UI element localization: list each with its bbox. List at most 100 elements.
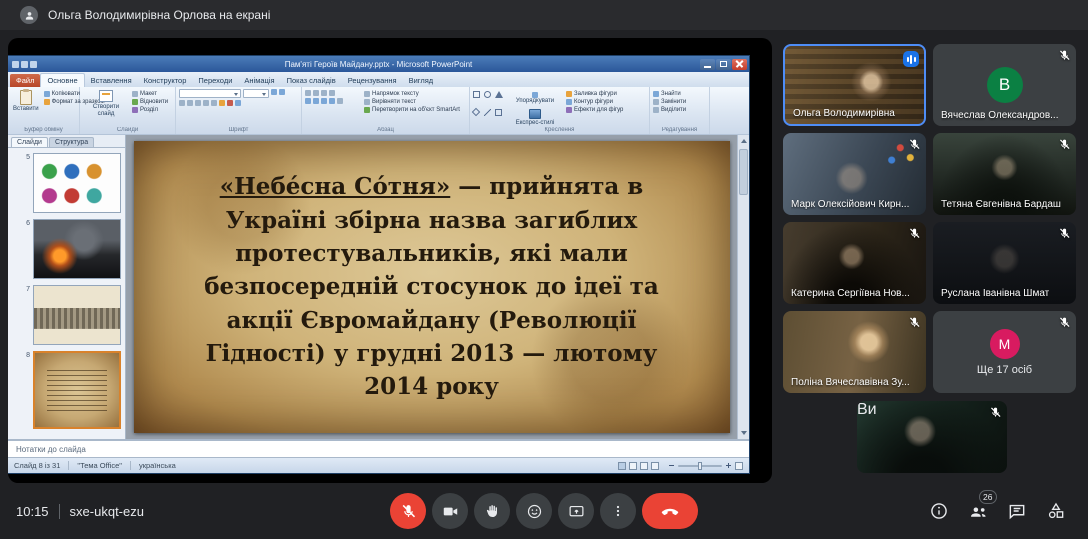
participant-tile-ruslana[interactable]: Руслана Іванівна Шмат — [933, 222, 1076, 304]
participant-tile-vyacheslav[interactable]: В Вячеслав Олександров... — [933, 44, 1076, 126]
chat-button[interactable] — [1005, 499, 1029, 523]
present-screen-icon — [568, 503, 585, 520]
participant-name: Поліна Вячеславівна Зу... — [791, 377, 910, 388]
tab-insert: Вставлення — [85, 74, 138, 87]
window-title: Пам'яті Героїв Майдану.pptx - Microsoft … — [8, 60, 749, 69]
shrink-font-icon — [279, 89, 285, 95]
raise-hand-icon — [484, 503, 500, 519]
zoom-in-icon — [725, 462, 732, 469]
mic-toggle-button[interactable] — [390, 493, 426, 529]
zoom-control — [668, 462, 732, 469]
slide-text-block: «Небе́сна Со́тня» — прийнята в Україні з… — [172, 170, 692, 403]
thumbnail-current-slide — [33, 351, 121, 429]
more-options-icon — [610, 503, 626, 519]
slide-counter: Слайд 8 із 31 — [14, 461, 60, 470]
end-call-button[interactable] — [642, 493, 698, 529]
justify-icon — [329, 98, 335, 104]
ribbon-group-drawing: Упорядкувати Експрес-стилі Заливка фігур… — [470, 87, 650, 134]
new-slide-icon — [99, 90, 113, 102]
call-controls — [390, 493, 698, 529]
participant-tile-polina[interactable]: Поліна Вячеславівна Зу... — [783, 311, 926, 393]
mic-off-icon — [1058, 316, 1071, 329]
shape-fill-icon — [566, 91, 572, 97]
shared-screen-tile[interactable]: Пам'яті Героїв Майдану.pptx - Microsoft … — [8, 38, 772, 483]
mic-off-icon — [1058, 49, 1071, 62]
redo-icon — [30, 61, 37, 68]
align-left-icon — [305, 98, 311, 104]
shape-fill-button: Заливка фігури — [566, 91, 640, 97]
callout-shape-icon — [495, 109, 502, 116]
group-label-clipboard: Буфер обміну — [8, 127, 79, 133]
present-screen-button[interactable] — [558, 493, 594, 529]
thumbnail-sketch — [33, 285, 121, 345]
paste-button: Вставити — [11, 89, 41, 124]
group-label-slides: Слайди — [80, 127, 175, 133]
font-size-combo — [243, 89, 269, 98]
camera-toggle-button[interactable] — [432, 493, 468, 529]
mic-off-icon — [989, 406, 1002, 419]
group-label-drawing: Креслення — [470, 127, 649, 133]
meeting-code: sxe-ukqt-ezu — [70, 504, 144, 519]
zoom-out-icon — [668, 462, 675, 469]
scroll-up-icon — [741, 139, 747, 143]
participant-tile-mark[interactable]: Марк Олексійович Кирн... — [783, 133, 926, 215]
separator — [59, 504, 60, 519]
avatar: М — [990, 329, 1020, 359]
reset-button: Відновити — [132, 99, 168, 105]
mic-off-icon — [908, 316, 921, 329]
activities-button[interactable] — [1044, 499, 1068, 523]
slide-thumbnail-selected: 8 — [8, 351, 121, 429]
notes-pane: Нотатки до слайда — [8, 439, 749, 457]
diamond-shape-icon — [472, 107, 480, 115]
slide-title: «Небе́сна Со́тня» — [220, 173, 451, 200]
slide-editing-area: «Небе́сна Со́тня» — прийнята в Україні з… — [126, 135, 749, 439]
shadow-icon — [211, 100, 217, 106]
raise-hand-button[interactable] — [474, 493, 510, 529]
slide-thumbnails: 5 6 7 8 — [8, 147, 125, 439]
meeting-details-button[interactable] — [927, 499, 951, 523]
fit-to-window-icon — [735, 462, 743, 470]
quick-access-toolbar — [12, 61, 37, 68]
slide-thumbnail: 6 — [8, 219, 121, 279]
participant-tile-olga[interactable]: Ольга Володимирівна — [783, 44, 926, 126]
indent-increase-icon — [329, 90, 335, 96]
more-options-button[interactable] — [600, 493, 636, 529]
shape-outline-icon — [566, 99, 572, 105]
shape-effects-button: Ефекти для фігур — [566, 107, 640, 113]
italic-icon — [187, 100, 193, 106]
reactions-button[interactable] — [516, 493, 552, 529]
minimize-button — [700, 59, 715, 70]
participant-tile-tetyana[interactable]: Тетяна Євгенівна Бардаш — [933, 133, 1076, 215]
powerpoint-window: Пам'яті Героїв Майдану.pptx - Microsoft … — [8, 56, 749, 473]
participant-name: Катерина Сергіївна Нов... — [791, 288, 910, 299]
vertical-scrollbar — [737, 135, 749, 439]
group-label-paragraph: Абзац — [302, 127, 469, 133]
scrollbar-thumb — [739, 149, 748, 195]
slide-panel-tabs: Слайди Структура — [8, 135, 125, 147]
mic-off-icon — [1058, 138, 1071, 151]
avatar: В — [987, 67, 1023, 103]
smiley-icon — [526, 503, 543, 520]
triangle-shape-icon — [495, 91, 503, 98]
arrange-button: Упорядкувати — [514, 91, 556, 106]
reset-icon — [132, 99, 138, 105]
ribbon-group-editing: Знайти Замінити Виділити Редагування — [650, 87, 710, 134]
tab-animations: Анімація — [238, 74, 280, 87]
participants-button[interactable]: 26 — [966, 499, 990, 523]
participant-name: Руслана Іванівна Шмат — [941, 288, 1049, 299]
ellipse-shape-icon — [484, 91, 491, 98]
people-icon — [968, 501, 989, 522]
tab-review: Рецензування — [342, 74, 403, 87]
participant-tile-katerina[interactable]: Катерина Сергіївна Нов... — [783, 222, 926, 304]
tab-home: Основне — [40, 73, 84, 87]
self-video-tile[interactable]: Ви — [857, 401, 1007, 473]
activities-icon — [1046, 501, 1066, 521]
replace-icon — [653, 99, 659, 105]
reading-view-icon — [640, 462, 648, 470]
mic-off-icon — [1058, 227, 1071, 240]
more-participants-tile[interactable]: М Ще 17 осіб — [933, 311, 1076, 393]
presenting-banner: Ольга Володимирівна Орлова на екрані — [0, 0, 1088, 30]
bullets-icon — [305, 90, 311, 96]
zoom-slider — [678, 465, 722, 467]
chat-icon — [1007, 501, 1027, 521]
